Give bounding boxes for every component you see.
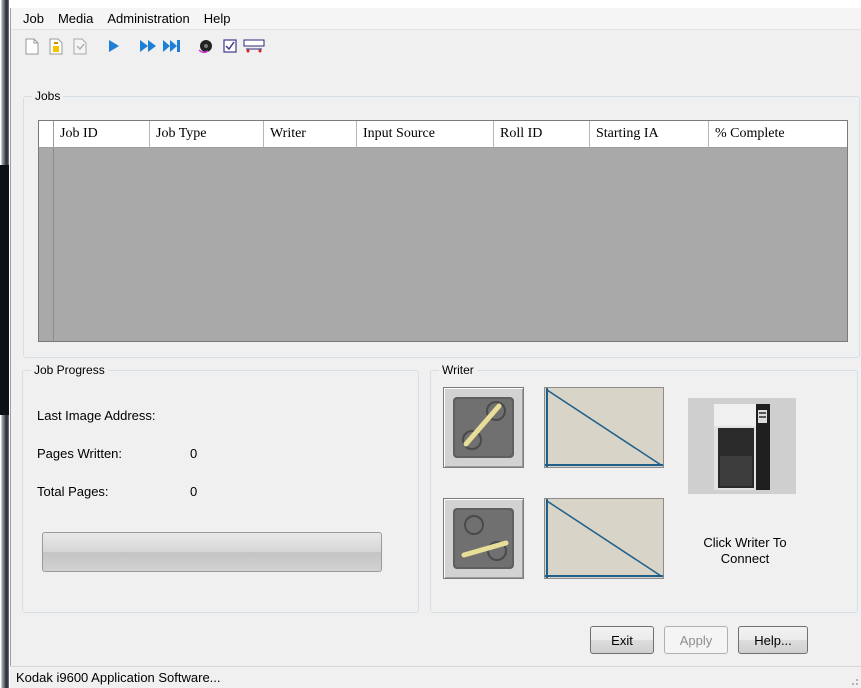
checklist-icon[interactable] <box>219 35 241 57</box>
job-progress-bar <box>42 532 382 572</box>
start-icon[interactable] <box>103 35 125 57</box>
column-writer[interactable]: Writer <box>264 121 357 147</box>
writer-group-title: Writer <box>439 363 477 377</box>
jobs-table-header: Job ID Job Type Writer Input Source Roll… <box>39 121 847 148</box>
media-slot-top[interactable] <box>443 387 524 468</box>
job-properties-icon[interactable] <box>69 35 91 57</box>
jobs-table-row-header-strip <box>39 148 54 341</box>
writer-device-image[interactable] <box>688 398 796 494</box>
film-cartridge-icon <box>453 508 514 569</box>
menu-media[interactable]: Media <box>52 9 99 28</box>
status-text: Kodak i9600 Application Software... <box>16 670 221 685</box>
film-cartridge-icon <box>453 397 514 458</box>
desktop-dark-band <box>0 165 9 415</box>
job-progress-title: Job Progress <box>31 363 108 377</box>
help-button[interactable]: Help... <box>738 626 808 654</box>
open-job-icon[interactable] <box>45 35 67 57</box>
menu-help[interactable]: Help <box>198 9 237 28</box>
column-input-source[interactable]: Input Source <box>357 121 494 147</box>
empty-frame-diagonal <box>545 388 663 467</box>
skip-to-end-icon[interactable] <box>161 35 183 57</box>
toolbar <box>11 31 861 61</box>
writer-connect-caption: Click Writer To Connect <box>703 535 787 566</box>
column-roll-id[interactable]: Roll ID <box>494 121 590 147</box>
pages-written-value: 0 <box>190 446 198 461</box>
exit-button[interactable]: Exit <box>590 626 654 654</box>
apply-button[interactable]: Apply <box>664 626 728 654</box>
media-frame-bottom[interactable] <box>544 498 664 579</box>
new-job-icon[interactable] <box>21 35 43 57</box>
menu-bar: Job Media Administration Help <box>11 8 861 30</box>
total-pages-value: 0 <box>190 484 198 499</box>
menu-administration[interactable]: Administration <box>101 9 195 28</box>
status-bar: Kodak i9600 Application Software... <box>10 666 861 688</box>
desktop-window-edge <box>0 0 9 688</box>
jobs-table-corner <box>39 121 54 147</box>
column-percent-complete[interactable]: % Complete <box>709 121 846 147</box>
reel-icon[interactable] <box>195 35 217 57</box>
resize-grip-icon[interactable] <box>847 674 859 686</box>
empty-frame-diagonal <box>545 499 663 578</box>
column-starting-ia[interactable]: Starting IA <box>590 121 709 147</box>
column-job-type[interactable]: Job Type <box>150 121 264 147</box>
jobs-group-title: Jobs <box>32 89 64 103</box>
last-image-address-label: Last Image Address: <box>37 408 156 423</box>
writer-settings-icon[interactable] <box>243 35 265 57</box>
column-job-id[interactable]: Job ID <box>54 121 150 147</box>
jobs-table[interactable]: Job ID Job Type Writer Input Source Roll… <box>38 120 848 342</box>
media-frame-top[interactable] <box>544 387 664 468</box>
pages-written-label: Pages Written: <box>37 446 123 461</box>
media-slot-bottom[interactable] <box>443 498 524 579</box>
total-pages-label: Total Pages: <box>37 484 109 499</box>
writer-device-icon <box>688 398 796 494</box>
fast-forward-icon[interactable] <box>137 35 159 57</box>
menu-job[interactable]: Job <box>17 9 50 28</box>
